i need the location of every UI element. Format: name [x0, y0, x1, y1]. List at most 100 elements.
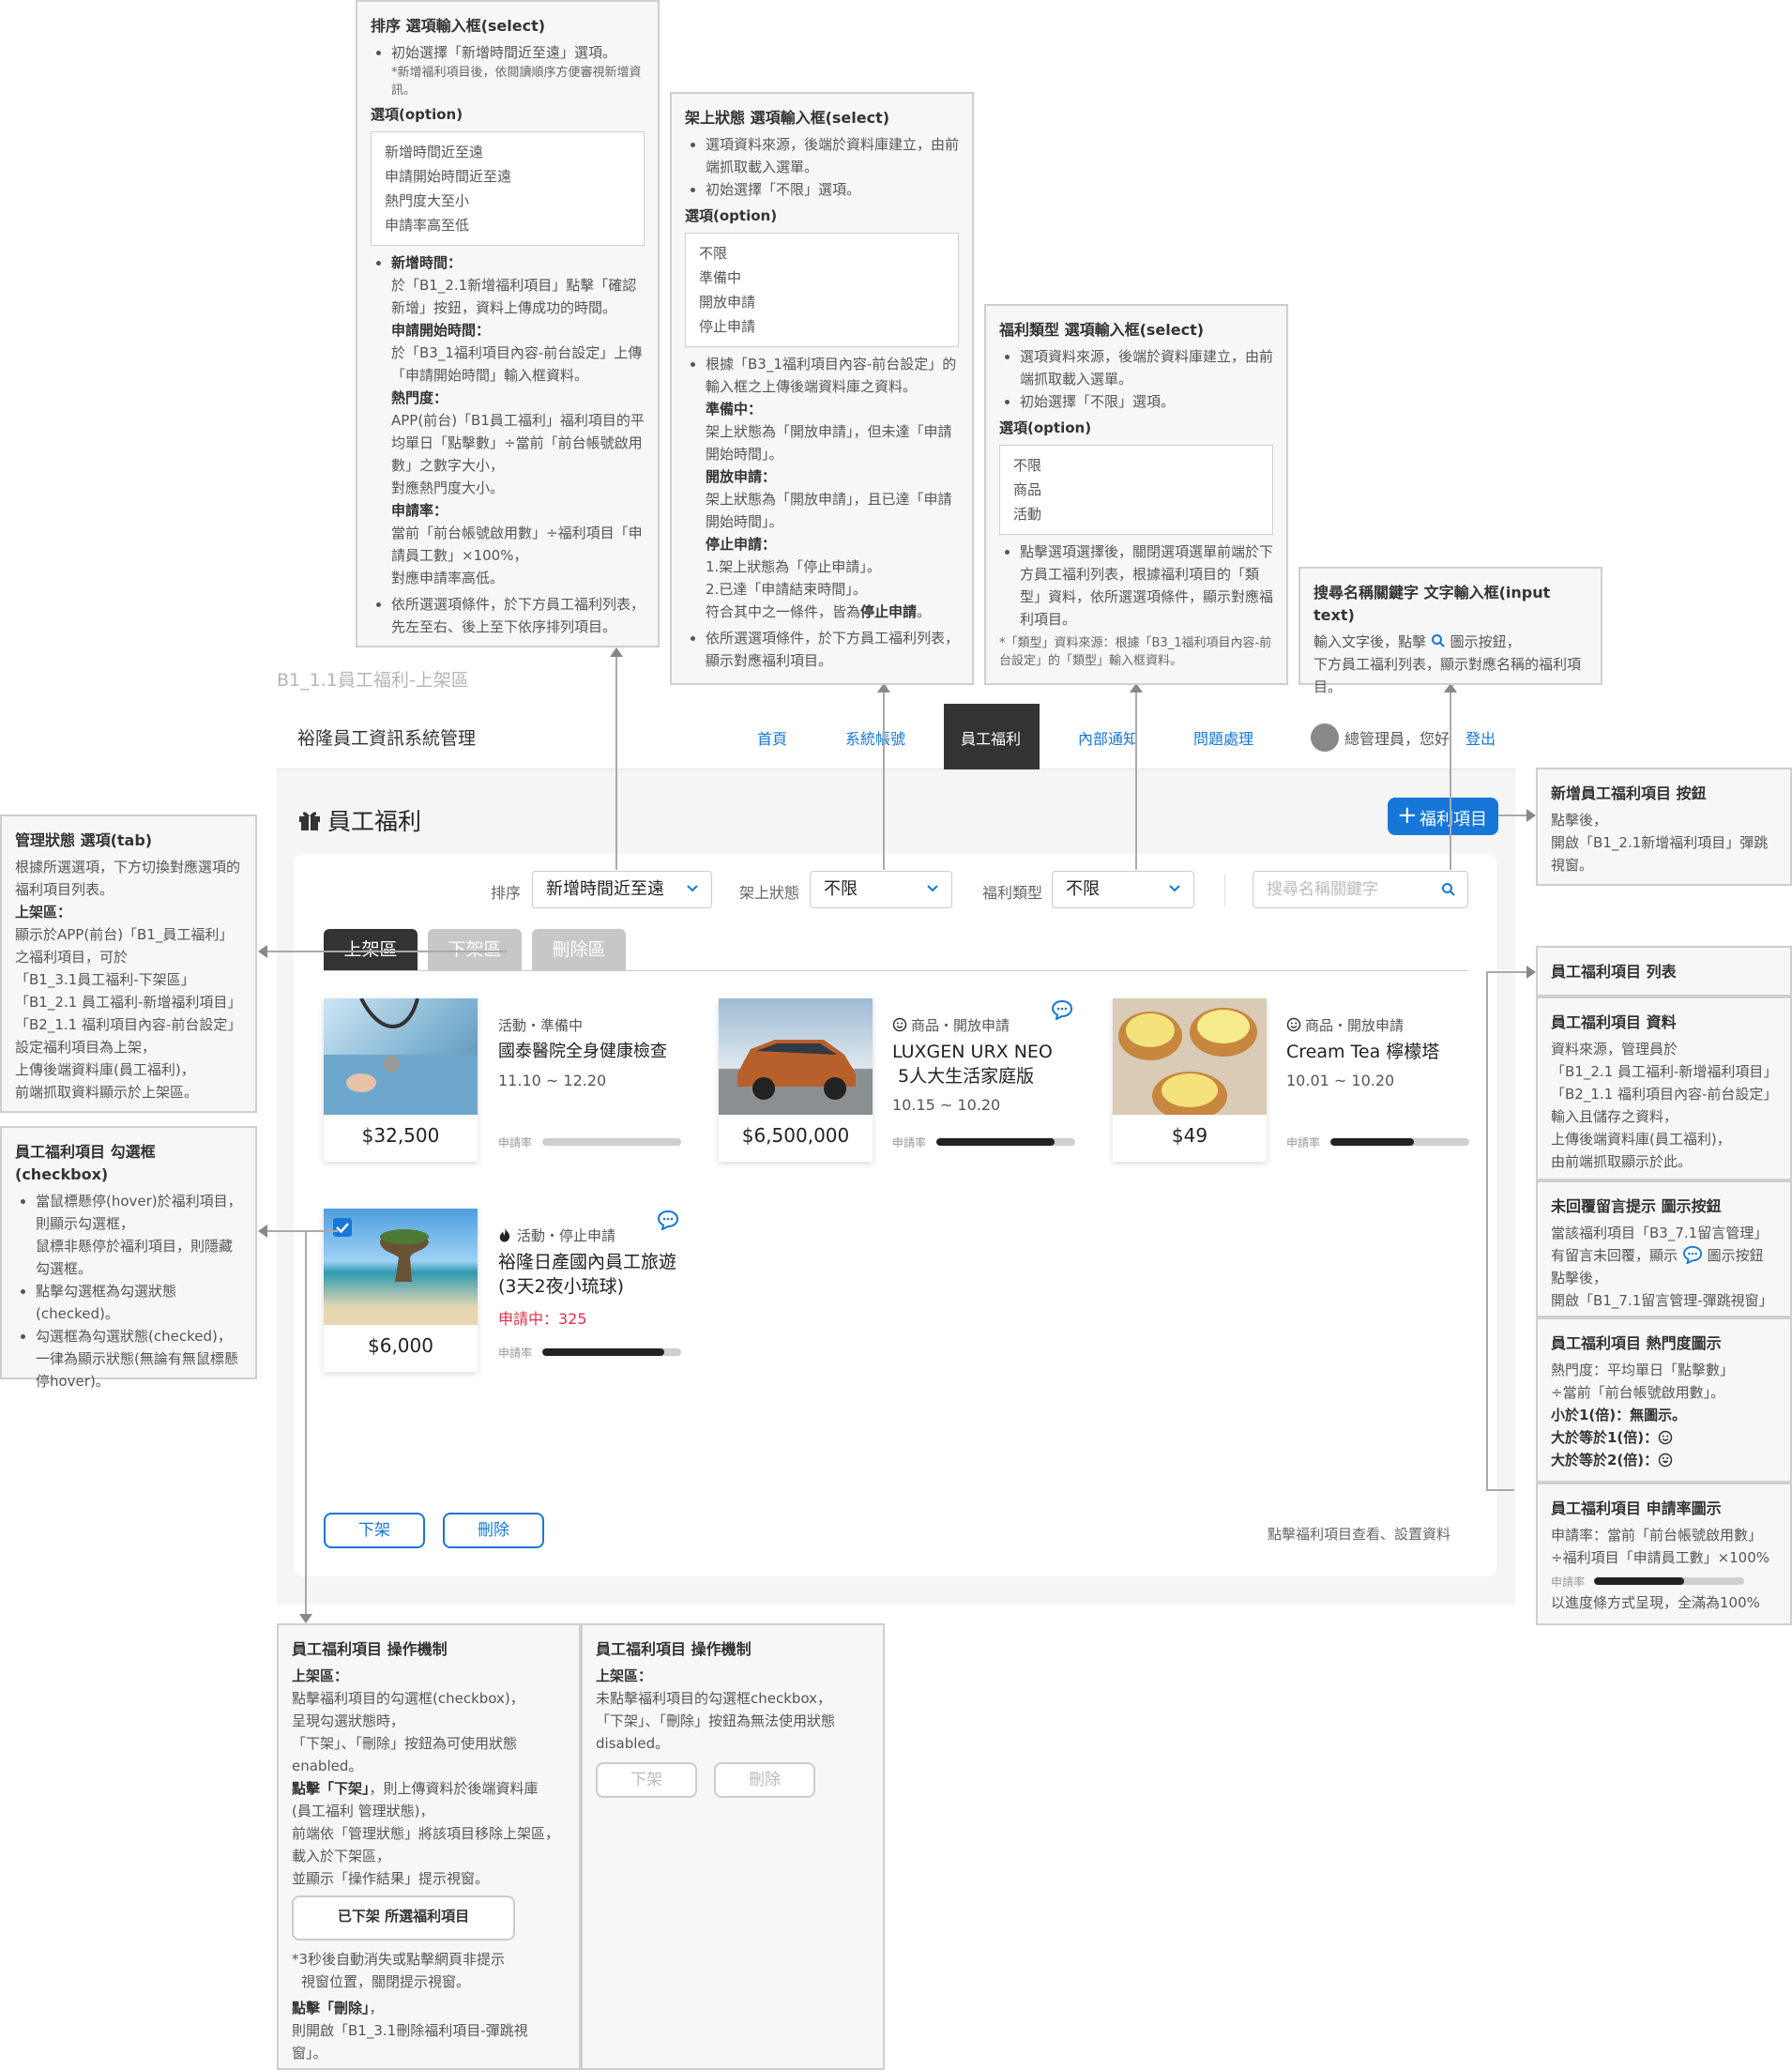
tab-on-shelf[interactable]: 上架區	[324, 929, 418, 970]
note-text: 點擊福利項目的勾選框(checkbox)，	[292, 1690, 524, 1707]
card-price: $32,500	[361, 1124, 440, 1147]
note-text: ÷福利項目「申請員工數」×100%	[1551, 1549, 1770, 1566]
card-meta: 商品・開放申請	[1305, 1017, 1405, 1034]
chevron-down-icon	[1169, 885, 1180, 892]
note-bullet: 根據「B3_1福利項目內容-前台設定」的輸入框之上傳後端資料庫之資料。 準備中：…	[706, 353, 959, 623]
benefit-card-4[interactable]: $6,000	[324, 1209, 478, 1372]
unreplied-message-icon	[1682, 1245, 1702, 1265]
note-text: 1.架上狀態為「停止申請」。	[706, 558, 881, 575]
rate-bar	[542, 1348, 681, 1356]
note-subtitle: 申請率：	[391, 502, 448, 519]
rate-label: 申請率	[892, 1136, 927, 1149]
option-item: 申請率高至低	[385, 217, 470, 234]
note-subtitle: 小於1(倍)：無圖示。	[1551, 1407, 1687, 1423]
note-popularity: 員工福利項目 熱門度圖示 熱門度：平均單日「點擊數」 ÷當前「前台帳號啟用數」。…	[1536, 1317, 1792, 1483]
type-select[interactable]: 不限	[1052, 871, 1194, 908]
card-image-tart	[1113, 998, 1267, 1115]
nav-home[interactable]: 首頁	[757, 726, 787, 749]
card-meta: 活動・停止申請	[517, 1227, 616, 1244]
note-text: 當前「前台帳號啟用數」÷福利項目「申請員工數」×100%，	[391, 525, 643, 564]
note-subtitle: 熱門度：	[391, 389, 448, 406]
tab-off-shelf[interactable]: 下架區	[428, 929, 522, 970]
card-image-car	[719, 998, 873, 1115]
search-input[interactable]: 搜尋名稱關鍵字	[1253, 871, 1468, 908]
note-bullet: 初始選擇「不限」選項。	[1020, 390, 1273, 413]
note-text: 當鼠標懸停(hover)於福利項目，則顯示勾選框，	[36, 1193, 242, 1232]
note-text: 以進度條方式呈現，全滿為100%	[1551, 1594, 1760, 1611]
note-text: 根據所選選項，下方切換對應選項的福利項目列表。	[15, 859, 241, 898]
note-rate-row: 申請率	[1551, 1569, 1777, 1591]
note-text: 輸入文字後，點擊	[1314, 633, 1427, 650]
note-bold: 停止申請	[860, 603, 918, 620]
item-checkbox[interactable]	[333, 1218, 352, 1237]
note-text: (員工福利 管理狀態)，	[292, 1803, 434, 1819]
card-meta: 商品・開放申請	[911, 1017, 1010, 1034]
note-bold: 點擊「下架」	[292, 1780, 370, 1797]
nav-notice[interactable]: 內部通知	[1078, 726, 1138, 749]
note-title: 未回覆留言提示 圖示按鈕	[1551, 1197, 1722, 1215]
note-text: 申請率：當前「前台帳號啟用數」	[1551, 1527, 1763, 1544]
note-subtitle: 申請開始時間：	[391, 322, 491, 339]
benefit-card-1[interactable]: $32,500	[324, 998, 478, 1162]
logout-link[interactable]: 登出	[1465, 726, 1496, 749]
rate-label: 申請率	[498, 1347, 533, 1360]
note-title: 搜尋名稱關鍵字 文字輸入框(input text)	[1314, 584, 1551, 624]
benefit-card-3[interactable]: $49	[1113, 998, 1267, 1162]
search-icon[interactable]	[1441, 882, 1456, 897]
note-text: 點擊「刪除」，	[292, 1997, 566, 2019]
note-subtitle: 選項(option)	[999, 419, 1092, 436]
note-subtitle: 開放申請：	[706, 468, 777, 485]
card-title-line2: 5人大生活家庭版	[892, 1066, 1035, 1087]
note-title: 排序 選項輸入框(select)	[371, 17, 546, 35]
note-text: ，	[369, 2000, 384, 2017]
note-title: 員工福利項目 勾選框(checkbox)	[15, 1143, 156, 1183]
rate-bar-fill	[1330, 1138, 1414, 1146]
note-text: 對應熱門度大小。	[391, 479, 505, 496]
big-smile-icon	[1658, 1453, 1673, 1468]
note-text: 呈現勾選狀態時，	[292, 1712, 405, 1729]
rate-bar	[1330, 1138, 1469, 1146]
top-header: 裕隆員工資訊系統管理 首頁 系統帳號 員工福利 內部通知 問題處理 總管理員，您…	[277, 704, 1515, 769]
note-title: 管理狀態 選項(tab)	[15, 831, 153, 849]
add-benefit-button[interactable]: + 福利項目	[1388, 798, 1498, 835]
card-meta: 活動・準備中	[498, 1017, 584, 1034]
note-text: 有留言未回覆，顯示 圖示按鈕	[1551, 1244, 1777, 1267]
unreplied-message-icon[interactable]	[1051, 999, 1073, 1020]
note-text: 有留言未回覆，顯示	[1551, 1247, 1678, 1264]
note-text: 顯示於APP(前台)「B1_員工福利」之福利項目，可於	[15, 926, 234, 966]
delete-button[interactable]: 刪除	[443, 1513, 544, 1548]
note-text: 大於等於2(倍)：	[1551, 1452, 1659, 1469]
status-select[interactable]: 不限	[810, 871, 952, 908]
benefit-card-2[interactable]: $6,500,000	[719, 998, 873, 1162]
card-title-line2: (3天2夜小琉球)	[498, 1276, 625, 1297]
nav-issues[interactable]: 問題處理	[1193, 726, 1253, 749]
off-shelf-button[interactable]: 下架	[324, 1513, 425, 1548]
card-date: 11.10 ~ 12.20	[498, 1072, 607, 1089]
note-text: 前端依「管理狀態」將該項目移除上架區，	[292, 1825, 560, 1842]
note-text: 架上狀態為「開放申請」，但未達「申請開始時間」。	[706, 423, 952, 463]
connector-add	[1498, 814, 1528, 816]
arrow-down	[299, 1614, 312, 1623]
rate-bar	[1594, 1577, 1744, 1585]
option-item: 不限	[699, 245, 728, 262]
note-rate: 員工福利項目 申請率圖示 申請率：當前「前台帳號啟用數」 ÷福利項目「申請員工數…	[1536, 1483, 1792, 1625]
connector-status	[883, 690, 885, 870]
nav-accounts[interactable]: 系統帳號	[845, 726, 905, 749]
note-text: 點擊後，	[1551, 812, 1608, 829]
app-title: 裕隆員工資訊系統管理	[297, 728, 477, 749]
option-list: 新增時間近至遠 申請開始時間近至遠 熱門度大至小 申請率高至低	[371, 131, 645, 246]
note-text: 「B2_1.1 福利項目內容-前台設定」	[1551, 1086, 1778, 1103]
unreplied-message-icon[interactable]	[657, 1210, 679, 1230]
note-subtitle: 上架區：	[292, 1667, 349, 1684]
note-text: 符合其中之一條件，皆為停止申請。	[706, 601, 959, 623]
note-message: 未回覆留言提示 圖示按鈕 當該福利項目「B3_7.1留言管理」 有留言未回覆，顯…	[1536, 1180, 1792, 1317]
sort-select[interactable]: 新增時間近至遠	[532, 871, 712, 908]
connector-sort	[615, 654, 617, 870]
note-bullet: 勾選框為勾選狀態(checked)，一律為顯示狀態(無論有無鼠標懸停hover)…	[36, 1325, 242, 1393]
note-text: 輸入文字後，點擊 圖示按鈕，	[1314, 631, 1587, 653]
nav-benefits[interactable]: 員工福利	[944, 704, 1040, 769]
arrow-right	[1526, 809, 1536, 822]
note-text: 當該福利項目「B3_7.1留言管理」	[1551, 1225, 1769, 1241]
note-bullet: 依所選選項條件，於下方員工福利列表，顯示對應福利項目。	[706, 627, 959, 672]
tab-deleted[interactable]: 刪除區	[532, 929, 626, 970]
